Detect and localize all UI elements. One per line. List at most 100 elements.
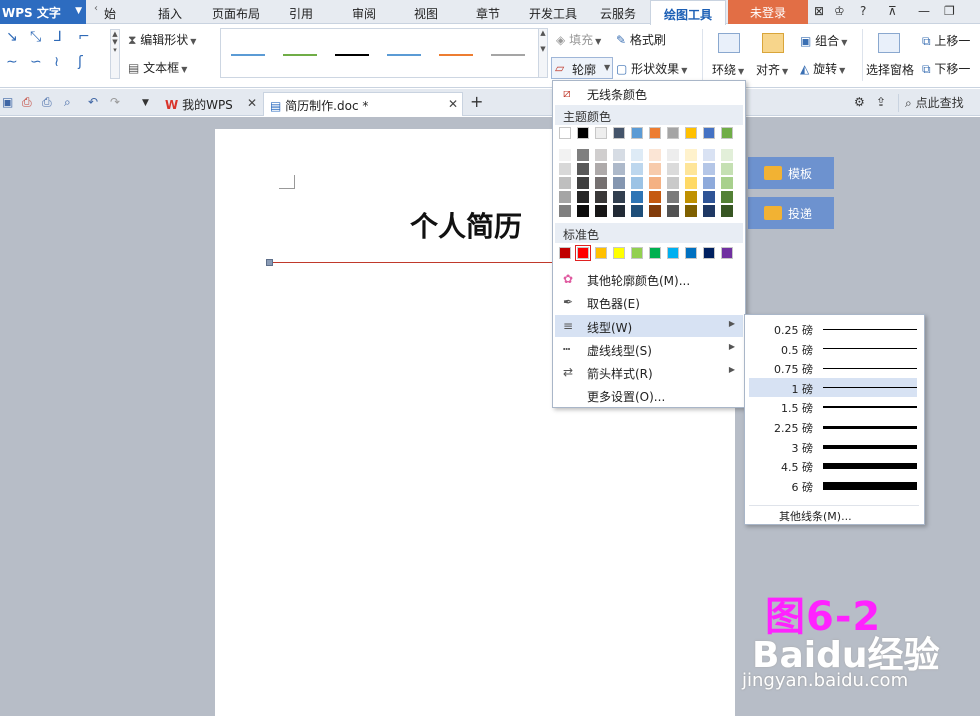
theme-color-swatch[interactable]	[613, 127, 625, 139]
theme-shade-swatch[interactable]	[649, 205, 661, 217]
shape-effect-button[interactable]: ▢ 形状效果 ▼	[616, 60, 687, 77]
theme-shade-swatch[interactable]	[667, 163, 679, 175]
theme-shade-swatch[interactable]	[631, 205, 643, 217]
more-lines-item[interactable]: 其他线条(M)...	[749, 505, 919, 523]
theme-shade-swatch[interactable]	[577, 177, 589, 189]
export-pdf-icon[interactable]: ⎙	[22, 95, 32, 110]
theme-shade-swatch[interactable]	[631, 177, 643, 189]
theme-shade-swatch[interactable]	[613, 163, 625, 175]
theme-shade-swatch[interactable]	[577, 163, 589, 175]
theme-shade-swatch[interactable]	[685, 191, 697, 203]
theme-shade-swatch[interactable]	[667, 205, 679, 217]
elbow-connector-icon[interactable]: ⅃	[54, 29, 62, 45]
theme-shade-swatch[interactable]	[721, 191, 733, 203]
style-line-gray[interactable]	[491, 54, 525, 56]
menu-review[interactable]: 审阅	[352, 5, 376, 22]
line-weight-option[interactable]: 2.25 磅	[749, 417, 917, 436]
style-gallery-scroll[interactable]: ▲ ▼	[538, 28, 548, 78]
standard-color-swatch[interactable]	[703, 247, 715, 259]
line-type-item[interactable]: ≡ 线型(W) ▶	[555, 315, 743, 337]
standard-color-swatch[interactable]	[685, 247, 697, 259]
style-line-orange[interactable]	[439, 54, 473, 56]
theme-shade-swatch[interactable]	[595, 177, 607, 189]
menu-page-layout[interactable]: 页面布局	[212, 5, 260, 22]
curved-arrow-icon[interactable]: ∽	[30, 54, 42, 70]
style-line-black[interactable]	[335, 54, 369, 56]
wrap-button[interactable]: 环绕 ▼	[712, 61, 744, 78]
arrow-shape-icon[interactable]: ⤡	[30, 29, 41, 45]
skin-icon[interactable]: ⊠	[814, 4, 824, 18]
line-shape-icon[interactable]: ↘	[6, 29, 18, 45]
app-menu-button[interactable]: WPS 文字 ▼	[0, 0, 86, 24]
format-brush-button[interactable]: ✎ 格式刷	[616, 31, 666, 48]
bring-forward-button[interactable]: ⧉ 上移一	[922, 32, 970, 49]
theme-shade-swatch[interactable]	[685, 177, 697, 189]
align-icon[interactable]	[762, 33, 784, 53]
shirt-icon[interactable]: ♔	[834, 4, 845, 18]
shape-style-gallery[interactable]	[220, 28, 540, 78]
close-icon[interactable]: ✕	[448, 97, 458, 111]
login-button[interactable]: 未登录	[728, 0, 808, 24]
new-tab-icon[interactable]: +	[470, 92, 483, 111]
standard-color-swatch[interactable]	[721, 247, 733, 259]
theme-shade-swatch[interactable]	[685, 163, 697, 175]
line-weight-option[interactable]: 3 磅	[749, 437, 917, 456]
theme-shade-swatch[interactable]	[631, 163, 643, 175]
menu-insert[interactable]: 插入	[158, 5, 182, 22]
theme-color-swatch[interactable]	[721, 127, 733, 139]
theme-shade-swatch[interactable]	[613, 205, 625, 217]
theme-shade-swatch[interactable]	[577, 149, 589, 161]
theme-shade-swatch[interactable]	[595, 205, 607, 217]
align-button[interactable]: 对齐 ▼	[756, 61, 788, 78]
restore-icon[interactable]: ❐	[944, 4, 955, 18]
menu-view[interactable]: 视图	[414, 5, 438, 22]
wrap-icon[interactable]	[718, 33, 740, 53]
theme-shade-swatch[interactable]	[721, 163, 733, 175]
standard-color-swatch[interactable]	[649, 247, 661, 259]
style-line-blue[interactable]	[231, 54, 265, 56]
save-icon[interactable]: ▣	[2, 95, 13, 109]
theme-color-swatch[interactable]	[685, 127, 697, 139]
theme-shade-swatch[interactable]	[613, 191, 625, 203]
standard-color-swatch[interactable]	[595, 247, 607, 259]
search-box[interactable]: ⌕ 点此查找	[898, 94, 980, 112]
theme-shade-swatch[interactable]	[703, 191, 715, 203]
line-weight-option[interactable]: 1 磅	[749, 377, 917, 397]
theme-shade-swatch[interactable]	[721, 205, 733, 217]
theme-shade-swatch[interactable]	[559, 163, 571, 175]
theme-shade-swatch[interactable]	[703, 163, 715, 175]
theme-shade-swatch[interactable]	[559, 205, 571, 217]
theme-shade-swatch[interactable]	[577, 191, 589, 203]
send-backward-button[interactable]: ⧉ 下移一	[922, 60, 970, 77]
curve-double-arrow-icon[interactable]: ≀	[54, 54, 59, 70]
line-weight-option[interactable]: 6 磅	[749, 476, 917, 495]
theme-shade-swatch[interactable]	[685, 205, 697, 217]
menu-chapter[interactable]: 章节	[476, 5, 500, 22]
style-line-lightblue[interactable]	[387, 54, 421, 56]
line-weight-option[interactable]: 1.5 磅	[749, 397, 917, 416]
minimize-ribbon-icon[interactable]: ⊼	[888, 4, 897, 18]
menu-developer[interactable]: 开发工具	[529, 5, 577, 22]
line-resize-handle[interactable]	[266, 259, 273, 266]
theme-shade-swatch[interactable]	[721, 177, 733, 189]
menu-drawing-tools[interactable]: 绘图工具	[650, 0, 726, 25]
theme-shade-swatch[interactable]	[577, 205, 589, 217]
theme-shade-swatch[interactable]	[703, 177, 715, 189]
theme-color-swatch[interactable]	[577, 127, 589, 139]
document-title[interactable]: 个人简历	[410, 205, 522, 245]
tab-document[interactable]: ▤ 简历制作.doc * ✕	[263, 92, 463, 116]
standard-color-swatch[interactable]	[631, 247, 643, 259]
help-icon[interactable]: ?	[860, 4, 866, 18]
theme-shade-swatch[interactable]	[595, 163, 607, 175]
theme-shade-swatch[interactable]	[721, 149, 733, 161]
standard-color-swatch[interactable]	[559, 247, 571, 259]
standard-color-swatch[interactable]	[667, 247, 679, 259]
theme-shade-swatch[interactable]	[559, 177, 571, 189]
selected-line-shape[interactable]	[270, 262, 560, 263]
tab-my-wps[interactable]: W 我的WPS ✕	[161, 93, 261, 115]
line-weight-option[interactable]: 4.5 磅	[749, 456, 917, 475]
redo-icon[interactable]: ↷	[110, 95, 120, 109]
theme-shade-swatch[interactable]	[649, 149, 661, 161]
theme-color-swatch[interactable]	[559, 127, 571, 139]
chevron-down-icon[interactable]: ▼	[142, 98, 149, 108]
